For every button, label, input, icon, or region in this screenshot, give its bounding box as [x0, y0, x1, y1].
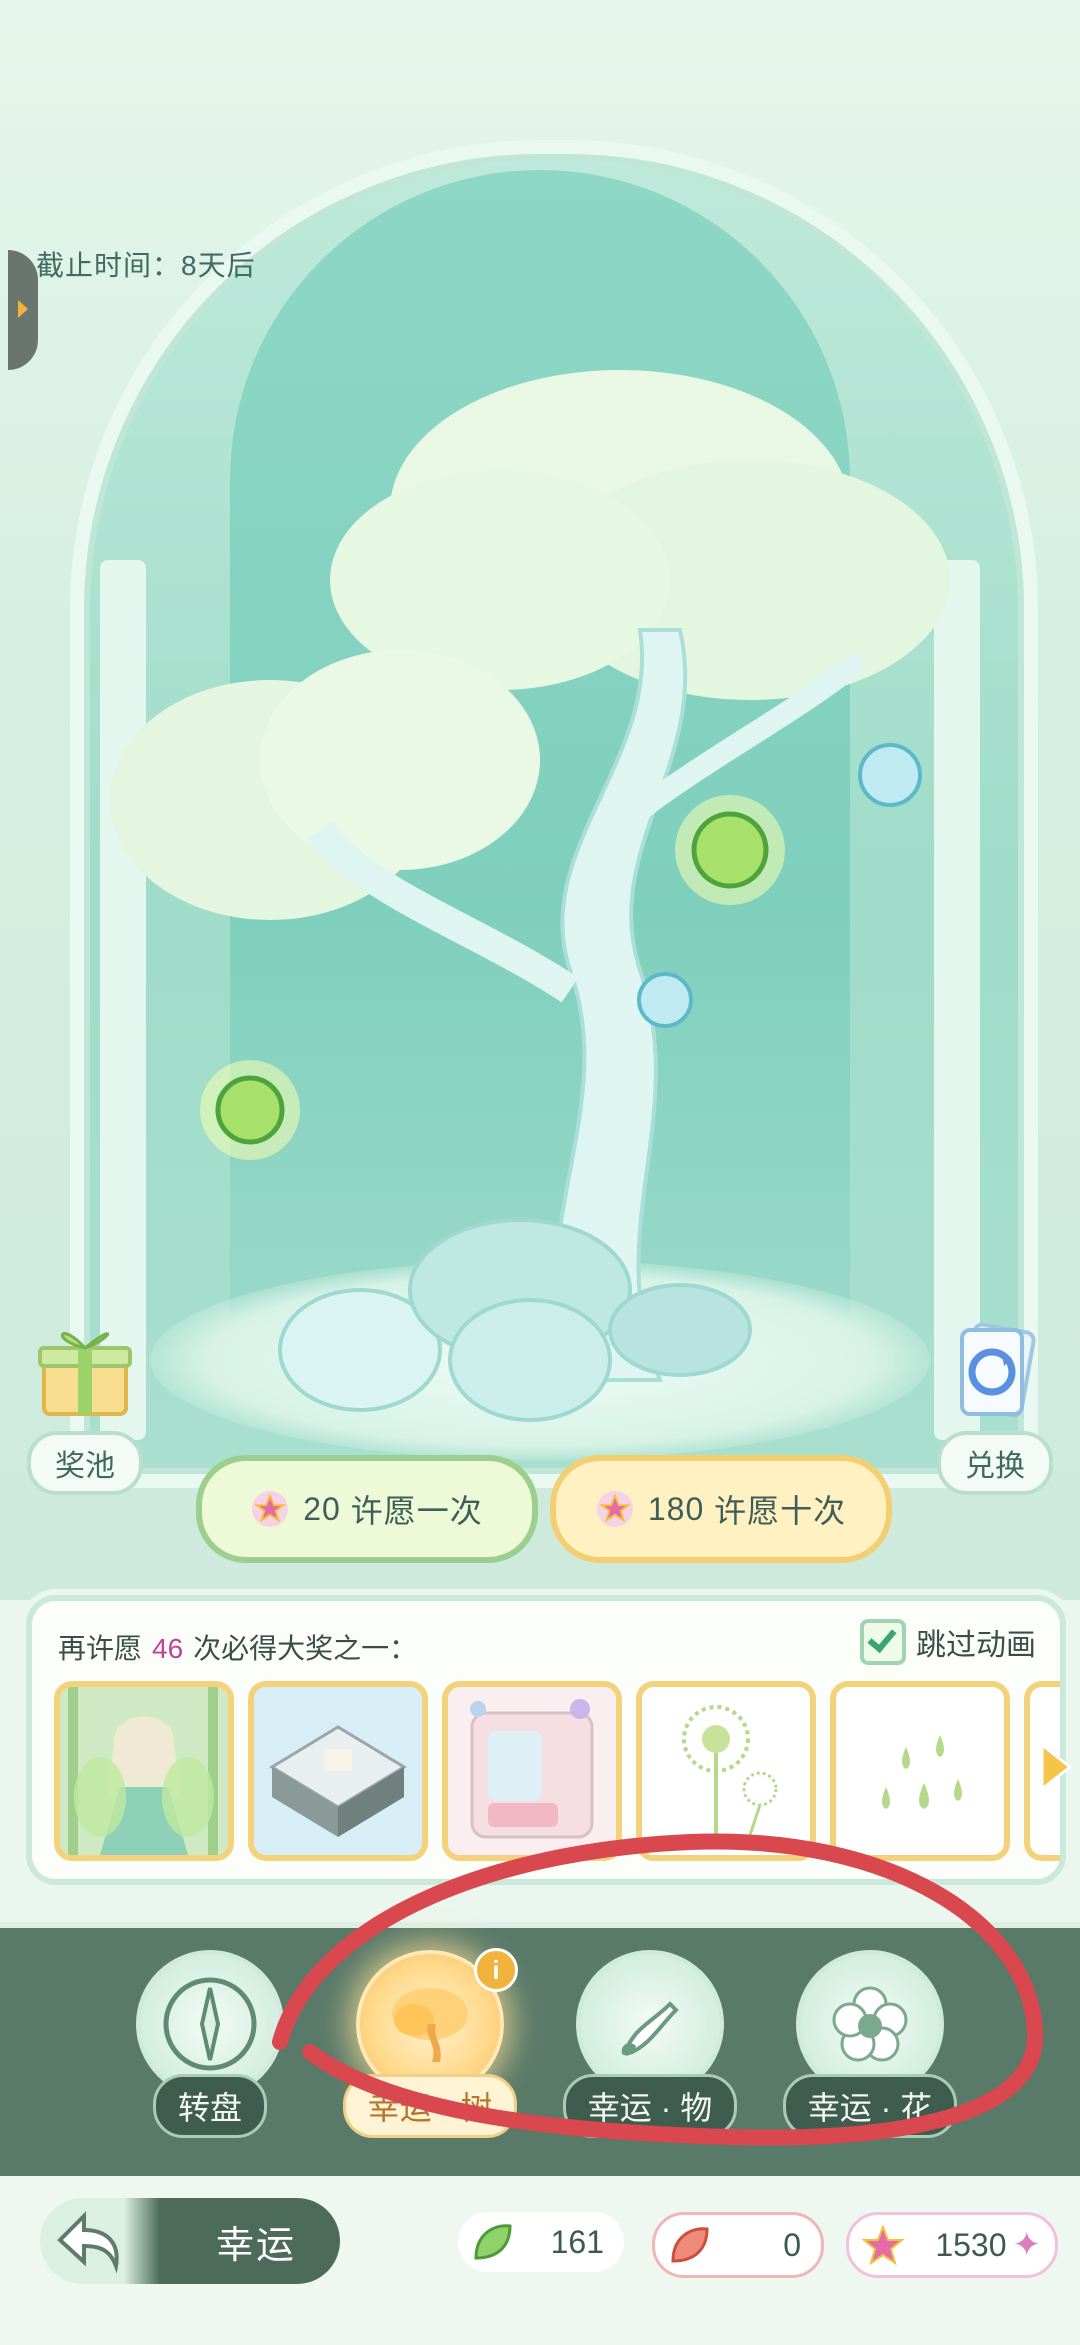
prize-item[interactable]: [54, 1681, 234, 1861]
wish-once-cost: 20: [303, 1490, 341, 1527]
pity-suffix: 次必得大奖之一：: [193, 1633, 418, 1664]
pity-counter-text: 再许愿 46 次必得大奖之一：: [58, 1627, 417, 1667]
deadline-text: 截止时间：8天后: [36, 250, 256, 281]
compass-icon: [163, 1977, 257, 2071]
leaf-icon: [474, 2224, 512, 2260]
feather-icon: [671, 2227, 709, 2263]
pink-star-icon: [861, 2224, 905, 2266]
wish-ten-cost: 180: [647, 1490, 705, 1527]
background-scene: [0, 0, 1080, 1600]
fairy-outfit-image: [60, 1687, 228, 1855]
wish-ten-label: 许愿十次: [714, 1493, 847, 1529]
leaf-count: 161: [550, 2223, 604, 2260]
back-button[interactable]: 幸运: [40, 2198, 340, 2284]
exchange-cards-icon: [960, 1322, 1036, 1418]
star-count: 1530: [935, 2226, 1007, 2263]
prize-pool-label: 奖池: [27, 1431, 143, 1495]
footer-bar: 幸运 161 0 1530 ✦: [0, 2176, 1080, 2345]
prize-pool-button[interactable]: 奖池: [20, 1320, 150, 1495]
skip-animation-checkbox[interactable]: [860, 1619, 906, 1665]
exchange-label: 兑换: [937, 1431, 1053, 1495]
wish-once-label: 许愿一次: [350, 1493, 483, 1529]
star-currency: 1530 ✦: [846, 2212, 1058, 2278]
add-star-icon[interactable]: ✦: [1013, 2225, 1056, 2265]
leaf-currency: 161: [458, 2212, 624, 2272]
feather-count: 0: [783, 2226, 801, 2263]
pity-count: 46: [152, 1633, 184, 1664]
pink-star-icon: [252, 1490, 289, 1528]
feather-currency: 0: [652, 2212, 824, 2278]
side-drawer-tab[interactable]: [8, 250, 38, 370]
wish-tree-illustration: [110, 370, 950, 1422]
pink-star-icon: [596, 1490, 633, 1528]
gift-box-icon: [38, 1332, 132, 1416]
exchange-button[interactable]: 兑换: [930, 1320, 1060, 1495]
wish-once-button[interactable]: 20 许愿一次: [196, 1455, 538, 1563]
red-annotation-circle: [272, 1833, 1044, 2146]
skip-animation-toggle[interactable]: 跳过动画: [860, 1619, 1036, 1665]
wish-ten-button[interactable]: 180 许愿十次: [550, 1455, 892, 1563]
pity-prefix: 再许愿: [58, 1633, 143, 1664]
page-title: 幸运: [216, 2225, 297, 2267]
chevron-right-icon[interactable]: [1038, 1741, 1076, 1793]
skip-animation-label: 跳过动画: [916, 1629, 1036, 1662]
tab-wheel-label: 转盘: [152, 2074, 267, 2138]
back-arrow-icon[interactable]: [50, 2206, 126, 2276]
